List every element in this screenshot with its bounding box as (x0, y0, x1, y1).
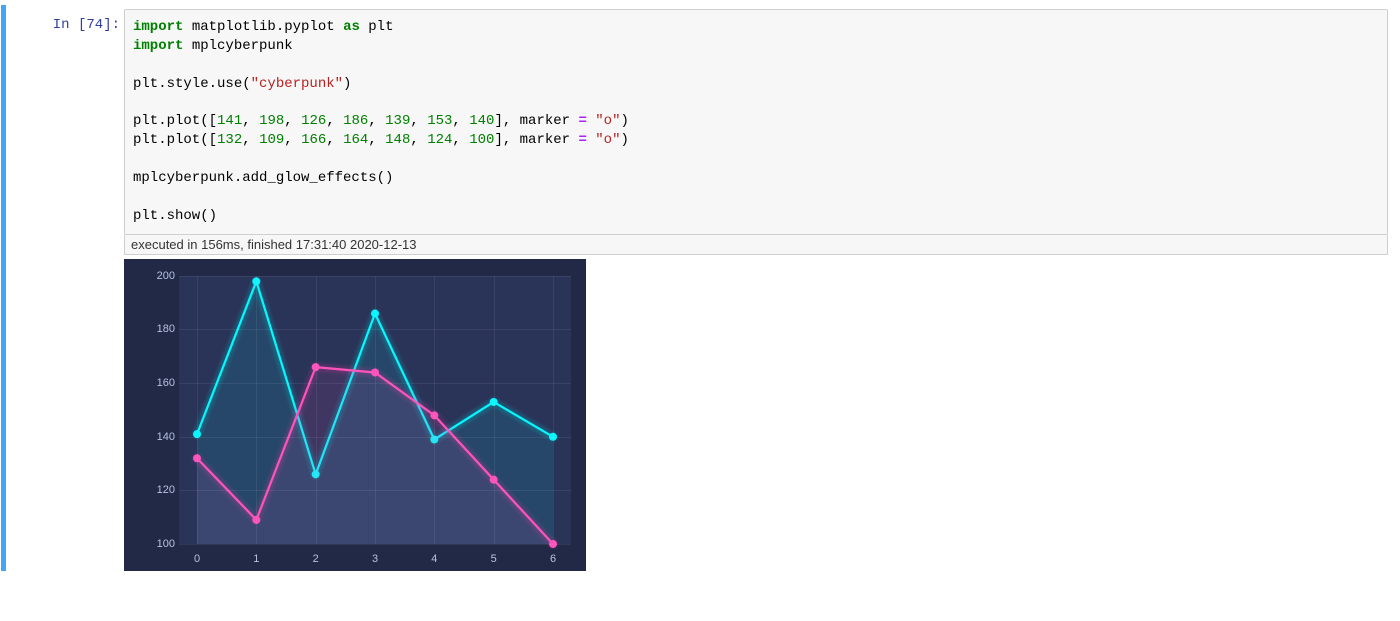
cell-body: import matplotlib.pyplot as plt import m… (124, 9, 1400, 571)
y-tick-label: 140 (157, 431, 175, 443)
code-cell: In [74]: import matplotlib.pyplot as plt… (1, 5, 1400, 571)
execution-status: executed in 156ms, finished 17:31:40 202… (124, 235, 1388, 255)
y-tick-label: 100 (157, 538, 175, 550)
y-tick-label: 120 (157, 484, 175, 496)
grid-line-v (494, 276, 495, 544)
grid-line-v (553, 276, 554, 544)
grid-line-v (256, 276, 257, 544)
x-tick-label: 2 (313, 553, 319, 565)
grid-line-v (197, 276, 198, 544)
input-prompt: In [74]: (6, 9, 124, 571)
grid-line-h (179, 544, 571, 545)
grid-line-v (434, 276, 435, 544)
x-tick-label: 1 (253, 553, 259, 565)
grid-line-v (375, 276, 376, 544)
prompt-label: In (53, 17, 78, 33)
x-tick-label: 6 (550, 553, 556, 565)
cyberpunk-chart: 100 120 140 160 180 200 0 1 2 3 4 5 6 (124, 259, 586, 571)
y-tick-label: 160 (157, 377, 175, 389)
y-tick-label: 200 (157, 270, 175, 282)
y-tick-label: 180 (157, 323, 175, 335)
prompt-number: [74]: (78, 17, 120, 33)
grid-line-v (316, 276, 317, 544)
output-area: 100 120 140 160 180 200 0 1 2 3 4 5 6 (124, 255, 1388, 571)
x-tick-label: 5 (491, 553, 497, 565)
x-tick-label: 3 (372, 553, 378, 565)
x-tick-label: 0 (194, 553, 200, 565)
x-tick-label: 4 (431, 553, 437, 565)
code-editor[interactable]: import matplotlib.pyplot as plt import m… (124, 9, 1388, 235)
plot-area (179, 276, 571, 544)
